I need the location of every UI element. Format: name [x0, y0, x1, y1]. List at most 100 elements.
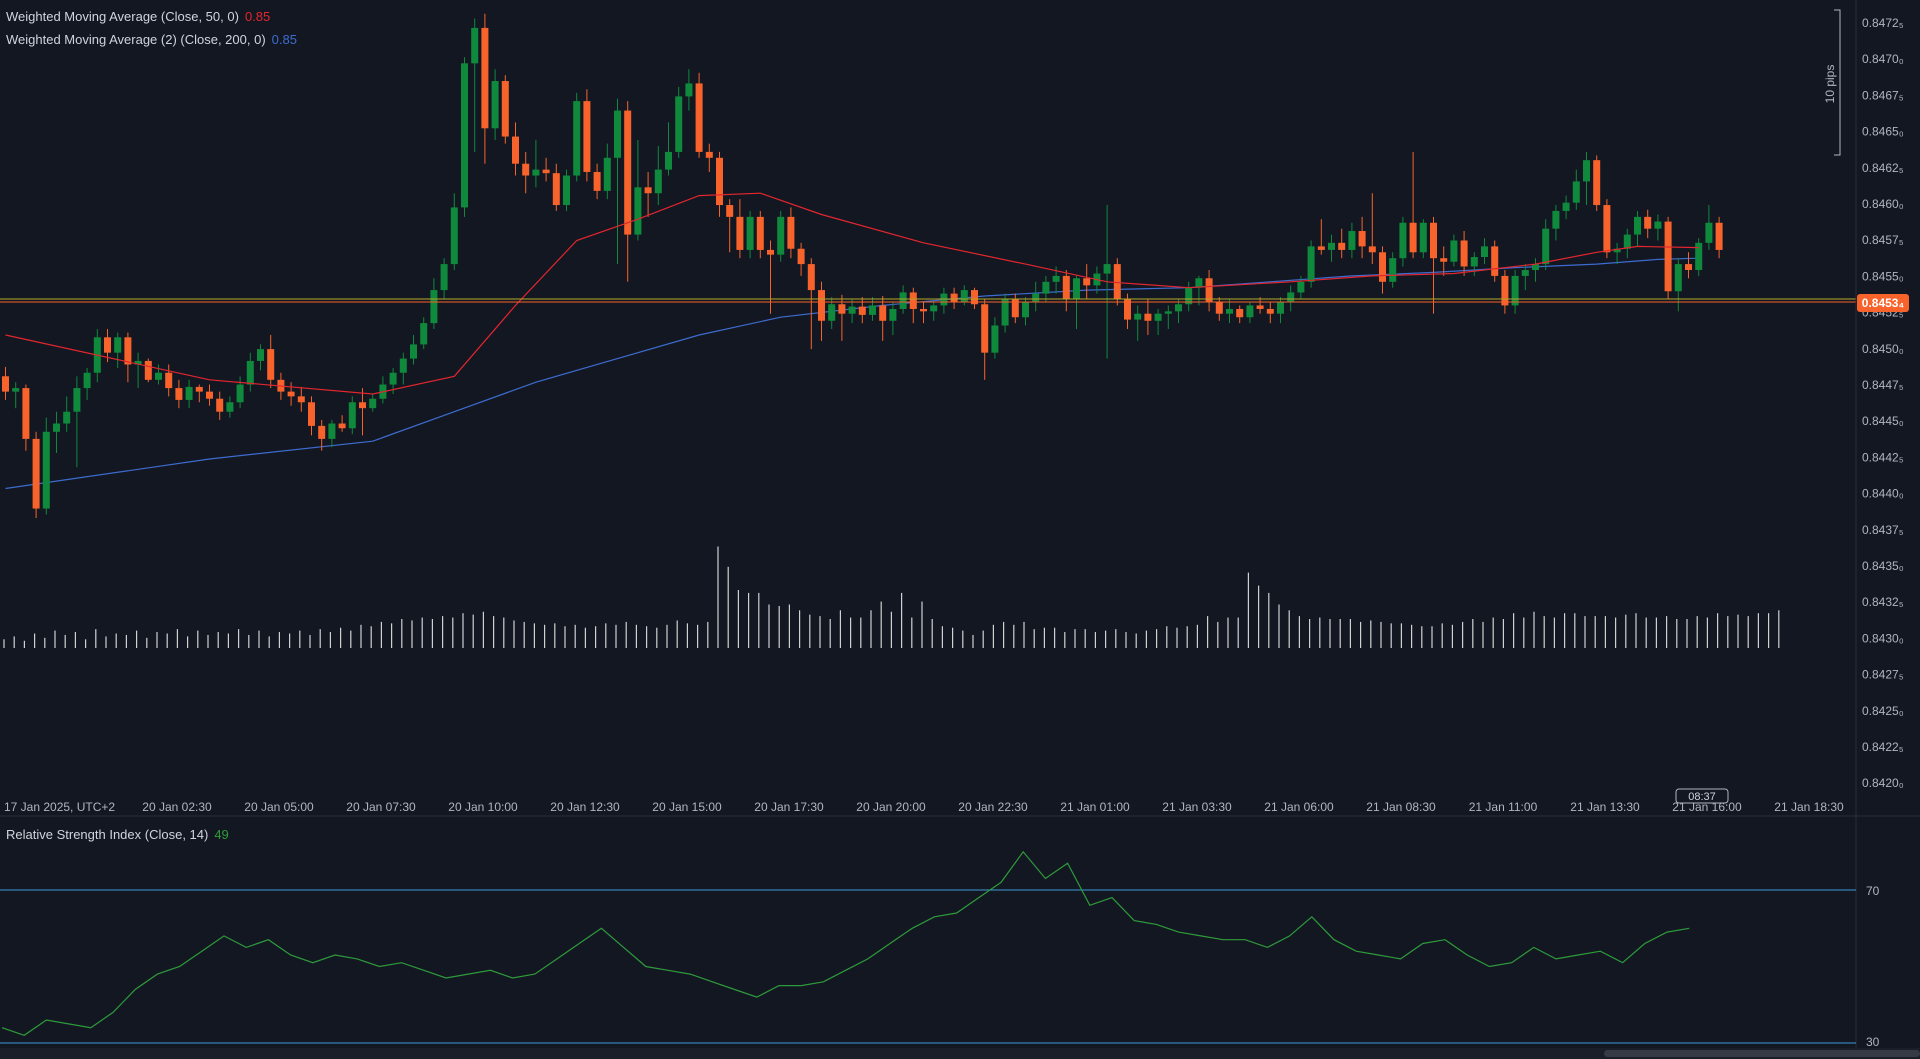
candle-body	[440, 264, 448, 291]
candle-body	[1062, 275, 1070, 300]
price-tick-label: 0.8470₀	[1862, 52, 1904, 66]
candle-body	[226, 402, 234, 412]
candle-body	[1623, 234, 1631, 249]
candle-body	[12, 388, 20, 392]
candle-body	[124, 337, 132, 365]
candle-body	[1287, 292, 1295, 302]
candle-body	[512, 136, 519, 164]
candle-body	[216, 398, 224, 412]
legend-wma50[interactable]: Weighted Moving Average (Close, 50, 0) 0.…	[6, 9, 270, 24]
candle	[675, 86, 683, 158]
candle	[563, 169, 570, 211]
candle-body	[1379, 252, 1386, 282]
candle	[777, 210, 785, 262]
candle-body	[53, 423, 60, 432]
candle-body	[777, 216, 785, 255]
candle	[1603, 199, 1611, 259]
candle-body	[573, 101, 581, 176]
time-tick-label: 20 Jan 20:00	[856, 800, 926, 814]
candle-body	[389, 372, 397, 385]
candle-body	[165, 372, 173, 389]
candle-body	[797, 248, 805, 265]
price-tick-label: 0.8427₅	[1862, 668, 1904, 682]
candle-body	[1226, 308, 1233, 314]
candle	[42, 417, 50, 515]
candle-body	[1674, 264, 1682, 292]
candle-body	[634, 187, 642, 235]
candle-body	[1052, 275, 1060, 282]
candle-body	[83, 372, 91, 389]
candle	[501, 75, 509, 144]
candle-body	[430, 290, 438, 324]
candle-body	[1205, 278, 1213, 302]
candle-body	[1389, 258, 1397, 282]
candle-body	[359, 402, 366, 409]
candle-body	[818, 290, 825, 321]
horizontal-scrollbar[interactable]	[1604, 1050, 1920, 1057]
candle-body	[1236, 308, 1244, 318]
candle-body	[1572, 181, 1580, 203]
candle-body	[1001, 299, 1009, 326]
candle-body	[369, 398, 377, 409]
candle-body	[1481, 246, 1488, 258]
price-tick-label: 0.8442₅	[1862, 450, 1904, 464]
price-tick-label: 0.8457₅	[1862, 233, 1904, 247]
price-tick-label: 0.8472₅	[1862, 16, 1904, 30]
legend-wma200[interactable]: Weighted Moving Average (2) (Close, 200,…	[6, 32, 297, 47]
legend-rsi[interactable]: Relative Strength Index (Close, 14) 49	[6, 827, 229, 842]
candle-body	[1277, 301, 1284, 314]
time-tick-label: 21 Jan 11:00	[1469, 800, 1538, 814]
candle-body	[787, 216, 795, 249]
rsi-upper-tick: 70	[1866, 884, 1880, 898]
candle-body	[318, 425, 326, 439]
candle-body	[1103, 264, 1111, 274]
price-tick-label: 0.8420₀	[1862, 776, 1904, 790]
chart-canvas[interactable]: 0.8472₅ 0.8470₀ 0.8467₅ 0.8465₀ 0.8462₅ 0.846…	[0, 0, 1920, 1059]
candle-body	[665, 151, 672, 170]
candle-body	[614, 110, 621, 158]
candle-body	[858, 306, 866, 315]
candle-body	[1358, 231, 1366, 247]
candle-body	[1124, 299, 1131, 320]
price-tick-label: 0.8467₅	[1862, 88, 1904, 102]
candle-body	[1634, 216, 1641, 235]
price-tick-label: 0.8435₀	[1862, 559, 1904, 573]
candle-body	[1164, 311, 1172, 314]
candle-body	[267, 349, 275, 380]
candle-body	[644, 187, 652, 194]
candle-body	[522, 163, 530, 176]
price-tick-label: 0.8460₀	[1862, 197, 1904, 211]
candle-body	[654, 169, 662, 194]
candle-body	[195, 386, 203, 392]
price-tick-label: 0.8432₅	[1862, 595, 1904, 609]
candle-body	[42, 431, 50, 509]
candle-body	[624, 110, 632, 235]
candle	[1491, 240, 1499, 282]
candle-body	[675, 96, 683, 152]
candle-body	[1440, 258, 1448, 262]
candle-body	[1256, 305, 1264, 309]
time-tick-label: 20 Jan 12:30	[550, 800, 620, 814]
price-tick-label: 0.8455₀	[1862, 269, 1904, 283]
legend-wma50-label: Weighted Moving Average (Close, 50, 0)	[6, 9, 239, 24]
candle-body	[1491, 246, 1499, 276]
candle-body	[22, 388, 30, 439]
current-price-badge: 0.8453₄	[1857, 294, 1909, 312]
candle-body	[1083, 278, 1091, 286]
candle-body	[144, 360, 152, 380]
candle-body	[532, 169, 540, 176]
candle-body	[461, 63, 468, 208]
candle-body	[1695, 242, 1703, 270]
candle-body	[685, 83, 693, 97]
time-tick-label: 20 Jan 07:30	[346, 800, 416, 814]
candle-body	[155, 372, 162, 380]
candle-body	[920, 308, 927, 312]
time-tick-label: 20 Jan 10:00	[448, 800, 518, 814]
candle-body	[1328, 242, 1335, 250]
candle-body	[399, 358, 407, 373]
candle-body	[1195, 278, 1203, 288]
candle-body	[1552, 210, 1560, 229]
candle-body	[1450, 240, 1458, 262]
candle-body	[1297, 281, 1305, 293]
chart-background	[0, 0, 1920, 1059]
